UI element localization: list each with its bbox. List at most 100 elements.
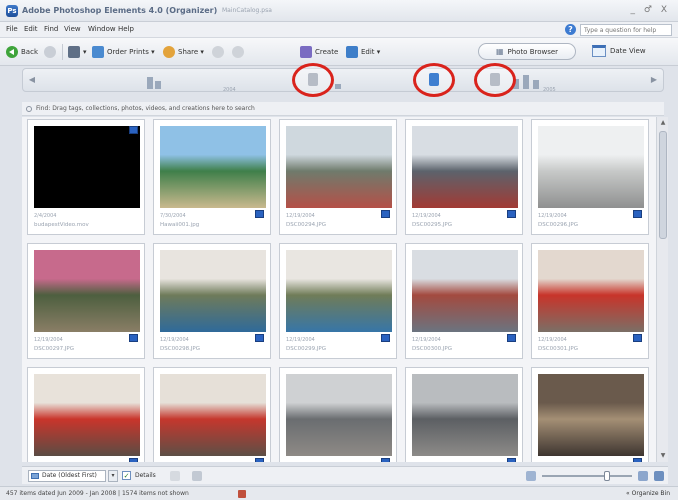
photo-date: 12/19/2004 [412, 337, 441, 343]
media-type-icon [381, 458, 390, 462]
timeline-marker-icon [429, 73, 439, 86]
photo-thumbnail[interactable] [160, 126, 266, 208]
slider-knob[interactable] [604, 471, 610, 481]
photo-thumbnail[interactable] [34, 250, 140, 332]
photo-tile[interactable]: 12/19/2004 DSC00301.JPG [531, 243, 649, 359]
photo-filename: DSC00295.JPG [412, 222, 453, 228]
forward-button[interactable] [44, 45, 56, 59]
bottom-bar: Date (Oldest First) ▾ ✓ Details [22, 466, 668, 484]
forward-arrow-icon [44, 46, 56, 58]
photo-filename: budapestVideo.mov [34, 222, 89, 228]
timeline-bar [523, 75, 529, 89]
photo-tile[interactable] [27, 367, 145, 462]
photo-filename: DSC00300.JPG [412, 346, 453, 352]
photo-thumbnail[interactable] [160, 374, 266, 456]
calendar-icon [592, 45, 606, 57]
photo-tile[interactable]: 12/19/2004 DSC00296.JPG [531, 119, 649, 235]
photo-thumbnail[interactable] [538, 250, 644, 332]
photo-thumbnail[interactable] [538, 126, 644, 208]
toolbar: Back ▾ Order Prints ▾ Share ▾ Create Edi… [0, 38, 678, 66]
photo-thumbnail[interactable] [34, 126, 140, 208]
rotate-right-button[interactable] [232, 45, 244, 59]
photo-thumbnail[interactable] [286, 126, 392, 208]
photo-tile[interactable]: 12/19/2004 DSC00298.JPG [153, 243, 271, 359]
edit-button[interactable]: Edit ▾ [346, 45, 380, 59]
small-thumbnail-icon[interactable] [526, 471, 536, 481]
menu-view[interactable]: View [64, 25, 81, 33]
photo-thumbnail[interactable] [538, 374, 644, 456]
photo-tile[interactable] [405, 367, 523, 462]
share-button[interactable]: Share ▾ [163, 45, 204, 59]
window-controls[interactable]: _ ♂ X [631, 5, 670, 15]
organize-bin-toggle[interactable]: « Organize Bin [626, 490, 670, 497]
back-button[interactable]: Back [6, 45, 38, 59]
sort-dropdown-button[interactable]: ▾ [108, 470, 118, 482]
photo-filename: DSC00301.JPG [538, 346, 579, 352]
photo-filename: Hawaii001.jpg [160, 222, 200, 228]
find-bar[interactable]: Find: Drag tags, collections, photos, vi… [22, 102, 664, 116]
photo-tile[interactable]: 12/19/2004 DSC00295.JPG [405, 119, 523, 235]
scroll-down-icon[interactable]: ▼ [659, 452, 667, 460]
grid-scrollbar[interactable]: ▲ ▼ [656, 117, 668, 462]
single-photo-icon[interactable] [654, 471, 664, 481]
photo-thumbnail[interactable] [286, 374, 392, 456]
order-prints-button[interactable]: Order Prints ▾ [92, 45, 155, 59]
create-button[interactable]: Create [300, 45, 338, 59]
timeline-marker-icon [490, 73, 500, 86]
large-thumbnail-icon[interactable] [638, 471, 648, 481]
photo-tile[interactable]: 2/4/2004 budapestVideo.mov [27, 119, 145, 235]
timeline[interactable]: ◀ 2004 2005 ▶ [22, 68, 664, 93]
timeline-right-arrow-icon[interactable]: ▶ [649, 75, 659, 85]
photo-tile[interactable] [531, 367, 649, 462]
app-icon: Ps [6, 5, 18, 17]
photo-thumbnail[interactable] [412, 250, 518, 332]
menu-bar: File Edit Find View Window Help ? [0, 22, 678, 38]
photo-tile[interactable]: 12/19/2004 DSC00294.JPG [279, 119, 397, 235]
back-icon[interactable] [170, 471, 180, 481]
sort-icon [31, 473, 39, 479]
timeline-marker-icon [308, 73, 318, 86]
photo-thumbnail[interactable] [412, 126, 518, 208]
photo-thumbnail[interactable] [412, 374, 518, 456]
menu-edit[interactable]: Edit [24, 25, 38, 33]
menu-find[interactable]: Find [44, 25, 58, 33]
photo-date: 12/19/2004 [286, 337, 315, 343]
scroll-up-icon[interactable]: ▲ [659, 119, 667, 127]
media-type-icon [381, 210, 390, 218]
sort-order-select[interactable]: Date (Oldest First) [28, 470, 106, 482]
photo-tile[interactable] [153, 367, 271, 462]
menu-help[interactable]: Help [118, 25, 134, 33]
photo-tile[interactable]: 7/30/2004 Hawaii001.jpg [153, 119, 271, 235]
photo-thumbnail[interactable] [160, 250, 266, 332]
status-bar: 457 items dated Jun 2009 - Jan 2008 | 15… [0, 486, 678, 500]
search-icon [26, 106, 32, 112]
photo-browser-button[interactable]: ▦ Photo Browser [478, 43, 576, 60]
thumbnail-view-icon [68, 46, 80, 58]
media-type-icon [129, 334, 138, 342]
full-screen-icon[interactable] [192, 471, 202, 481]
photo-tile[interactable]: 12/19/2004 DSC00297.JPG [27, 243, 145, 359]
help-search-input[interactable] [580, 24, 672, 36]
menu-window[interactable]: Window [88, 25, 116, 33]
media-type-icon [507, 334, 516, 342]
timeline-bar [155, 81, 161, 89]
timeline-year: 2004 [223, 87, 236, 93]
thumbnail-size-slider[interactable] [542, 471, 632, 481]
details-checkbox[interactable]: ✓ [122, 471, 131, 480]
photo-thumbnail[interactable] [286, 250, 392, 332]
photo-thumbnail[interactable] [34, 374, 140, 456]
menu-file[interactable]: File [6, 25, 18, 33]
scroll-thumb[interactable] [659, 131, 667, 239]
view-options-button[interactable]: ▾ [68, 45, 87, 59]
timeline-left-arrow-icon[interactable]: ◀ [27, 75, 37, 85]
media-type-icon [381, 334, 390, 342]
photo-tile[interactable]: 12/19/2004 DSC00299.JPG [279, 243, 397, 359]
date-view-button[interactable]: Date View [592, 45, 646, 57]
help-icon[interactable]: ? [565, 24, 576, 35]
photo-tile[interactable]: 12/19/2004 DSC00300.JPG [405, 243, 523, 359]
details-label: Details [135, 472, 156, 479]
rotate-left-button[interactable] [212, 45, 224, 59]
photo-date: 12/19/2004 [286, 213, 315, 219]
photo-date: 12/19/2004 [160, 337, 189, 343]
photo-tile[interactable] [279, 367, 397, 462]
